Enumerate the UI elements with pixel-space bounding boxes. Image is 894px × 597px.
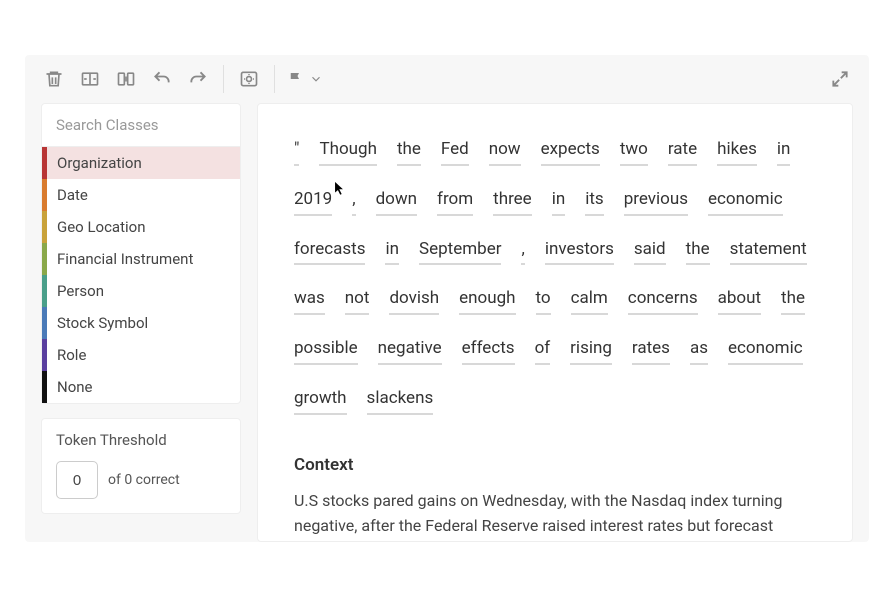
class-label: None [47,378,93,396]
split-vertical-button[interactable] [109,62,143,96]
token[interactable]: expects [541,138,600,166]
token[interactable]: negative [378,337,442,365]
context-body: U.S stocks pared gains on Wednesday, wit… [294,489,816,542]
token[interactable]: economic [728,337,803,365]
token[interactable]: in [777,138,791,166]
token[interactable]: its [585,188,603,216]
token[interactable]: Though [319,138,376,166]
threshold-input[interactable] [56,461,98,499]
body: Search Classes Organization Date Geo Locat… [25,103,869,542]
token[interactable]: in [385,238,399,266]
token[interactable]: down [376,188,417,216]
token[interactable]: from [437,188,473,216]
chevron-down-icon [309,72,323,86]
toolbar-separator [223,65,224,93]
token[interactable]: calm [571,287,608,315]
class-item-none[interactable]: None [42,371,240,403]
token[interactable]: rate [668,138,697,166]
threshold-row: of 0 correct [56,461,226,499]
token[interactable]: of [535,337,551,365]
main-panel: "ThoughtheFednowexpectstworatehikesin201… [257,103,853,542]
expand-button[interactable] [823,62,857,96]
class-label: Person [47,282,104,300]
token[interactable]: enough [459,287,515,315]
text-source-button[interactable] [232,62,266,96]
class-label: Financial Instrument [47,250,193,268]
toolbar [25,55,869,103]
token[interactable]: as [690,337,708,365]
token[interactable]: was [294,287,325,315]
class-label: Stock Symbol [47,314,148,332]
token[interactable]: rates [632,337,670,365]
token[interactable]: growth [294,387,347,415]
threshold-title: Token Threshold [56,431,226,449]
class-label: Geo Location [47,218,145,236]
class-item-organization[interactable]: Organization [42,147,240,179]
class-item-financial-instrument[interactable]: Financial Instrument [42,243,240,275]
class-item-role[interactable]: Role [42,339,240,371]
token[interactable]: forecasts [294,238,365,266]
token[interactable]: statement [730,238,807,266]
token[interactable]: in [552,188,566,216]
token[interactable]: two [620,138,648,166]
class-label: Role [47,346,86,364]
toolbar-separator [274,65,275,93]
token[interactable]: previous [624,188,688,216]
token[interactable]: , [521,238,524,266]
class-label: Date [47,186,88,204]
search-classes-header[interactable]: Search Classes [42,104,240,147]
token[interactable]: , [352,188,355,216]
split-horizontal-button[interactable] [73,62,107,96]
token[interactable]: three [493,188,532,216]
token[interactable]: investors [545,238,614,266]
split-vertical-icon [116,69,136,89]
token[interactable]: rising [570,337,612,365]
threshold-suffix: of 0 correct [108,472,180,488]
token[interactable]: now [489,138,521,166]
token[interactable]: Fed [441,138,469,166]
undo-icon [152,69,172,89]
token[interactable]: September [419,238,501,266]
token[interactable]: said [634,238,666,266]
class-item-geo-location[interactable]: Geo Location [42,211,240,243]
token[interactable]: 2019 [294,188,332,216]
token[interactable]: effects [462,337,515,365]
token[interactable]: to [536,287,551,315]
token[interactable]: not [345,287,370,315]
class-item-person[interactable]: Person [42,275,240,307]
flag-icon [287,70,305,88]
classes-panel: Search Classes Organization Date Geo Locat… [41,103,241,404]
split-horizontal-icon [80,69,100,89]
class-item-date[interactable]: Date [42,179,240,211]
text-icon [239,69,259,89]
token[interactable]: about [718,287,761,315]
token[interactable]: economic [708,188,783,216]
token[interactable]: slackens [367,387,434,415]
trash-icon [44,69,64,89]
class-list: Organization Date Geo Location Financial In… [42,147,240,403]
undo-button[interactable] [145,62,179,96]
token[interactable]: the [397,138,421,166]
token[interactable]: the [686,238,710,266]
expand-icon [830,69,850,89]
trash-button[interactable] [37,62,71,96]
token[interactable]: possible [294,337,358,365]
class-label: Organization [47,154,142,172]
redo-button[interactable] [181,62,215,96]
token[interactable]: " [294,138,299,166]
token-area: "ThoughtheFednowexpectstworatehikesin201… [294,138,816,415]
flag-dropdown[interactable] [283,62,327,96]
sidebar: Search Classes Organization Date Geo Locat… [41,103,241,542]
token[interactable]: concerns [628,287,698,315]
threshold-panel: Token Threshold of 0 correct [41,418,241,514]
redo-icon [188,69,208,89]
class-item-stock-symbol[interactable]: Stock Symbol [42,307,240,339]
token[interactable]: the [781,287,805,315]
context-title: Context [294,455,816,475]
token[interactable]: hikes [717,138,757,166]
token[interactable]: dovish [389,287,439,315]
app-frame: Search Classes Organization Date Geo Locat… [25,55,869,542]
